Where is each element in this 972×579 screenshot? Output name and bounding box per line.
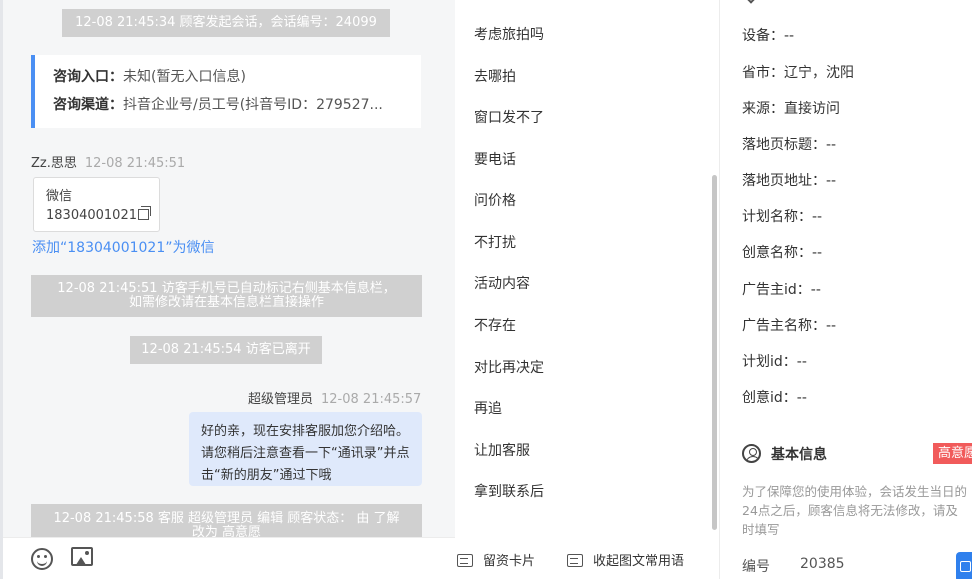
phrase-item[interactable]: 让加客服	[474, 440, 530, 460]
consult-entry-value: 未知(暂无入口信息)	[123, 69, 246, 85]
emoji-icon[interactable]	[31, 548, 53, 570]
phrase-item[interactable]: 拿到联系后	[474, 481, 544, 501]
collapse-phrases-icon	[567, 554, 583, 567]
info-row-creative-id: 创意id：--	[742, 387, 807, 407]
serial-value: 20385	[800, 556, 845, 572]
phrase-scrollbar[interactable]	[712, 175, 717, 530]
phrase-item[interactable]: 去哪拍	[474, 66, 516, 86]
consult-channel-row: 咨询渠道：抖音企业号/员工号(抖音号ID：279527...	[53, 96, 413, 124]
user-icon	[742, 444, 761, 463]
chat-panel: 12-08 21:45:34 顾客发起会话，会话编号：24099 咨询入口：未知…	[0, 0, 455, 579]
intent-status-dropdown[interactable]: 高意愿	[933, 443, 972, 464]
consult-entry-row: 咨询入口：未知(暂无入口信息)	[53, 68, 413, 96]
info-row-plan-id: 计划id：--	[742, 351, 807, 371]
visitor-name: Zz.思思	[31, 156, 77, 171]
info-value: --	[826, 173, 837, 189]
phrase-item[interactable]: 问价格	[474, 190, 516, 210]
info-label: 落地页地址：	[742, 173, 826, 189]
info-label: 来源：	[742, 101, 784, 117]
collapse-phrases-label: 收起图文常用语	[593, 554, 685, 569]
info-row-creative-name: 创意名称：--	[742, 242, 822, 262]
info-value: --	[826, 318, 837, 334]
info-row-advertiser-id: 广告主id：--	[742, 279, 821, 299]
wechat-card-title: 微信	[46, 189, 73, 204]
info-row-landing-title: 落地页标题：--	[742, 134, 836, 154]
phrase-item[interactable]: 考虑旅拍吗	[474, 24, 544, 44]
visitor-message-meta: Zz.思思 12-08 21:45:51	[31, 152, 185, 171]
system-message-session-start: 12-08 21:45:34 顾客发起会话，会话编号：24099	[62, 9, 390, 37]
phrase-item[interactable]: 要电话	[474, 149, 516, 169]
info-row-device: 设备：--	[742, 25, 794, 45]
info-row-advertiser-name: 广告主名称：--	[742, 315, 836, 335]
edit-icon	[960, 561, 971, 572]
phrase-footer: 留资卡片 收起图文常用语	[455, 537, 719, 579]
copy-icon[interactable]	[137, 206, 151, 220]
info-row-source: 来源：直接访问	[742, 98, 840, 118]
lead-card-button[interactable]: 留资卡片	[457, 550, 535, 569]
visitor-info-panel: 设备：-- 省市：辽宁，沈阳 来源：直接访问 落地页标题：-- 落地页地址：--…	[720, 0, 972, 579]
phrase-item[interactable]: 不存在	[474, 315, 516, 335]
info-row-landing-url: 落地页地址：--	[742, 170, 836, 190]
consult-entry-label: 咨询入口：	[53, 69, 123, 85]
intent-status-label: 高意愿	[938, 446, 972, 461]
wechat-contact-card[interactable]: 微信 18304001021	[33, 177, 160, 232]
info-value: --	[796, 354, 807, 370]
agent-name: 超级管理员	[248, 392, 314, 407]
info-label: 计划名称：	[742, 209, 812, 225]
info-label: 省市：	[742, 65, 784, 81]
consult-info-card: 咨询入口：未知(暂无入口信息) 咨询渠道：抖音企业号/员工号(抖音号ID：279…	[31, 55, 421, 128]
lead-card-label: 留资卡片	[483, 554, 536, 569]
system-message-visitor-left: 12-08 21:45:54 访客已离开	[130, 336, 322, 364]
info-value: --	[812, 209, 823, 225]
info-label: 落地页标题：	[742, 137, 826, 153]
basic-info-header: 基本信息 高意愿	[742, 443, 972, 465]
system-message-auto-mark: 12-08 21:45:51 访客手机号已自动标记右侧基本信息栏， 如需修改请在…	[31, 275, 422, 317]
common-phrases-panel: 考虑旅拍吗 去哪拍 窗口发不了 要电话 问价格 不打扰 活动内容 不存在 对比再…	[455, 0, 720, 579]
image-icon[interactable]	[71, 547, 93, 566]
info-value: --	[810, 282, 821, 298]
lead-card-icon	[457, 554, 473, 567]
info-label: 广告主名称：	[742, 318, 826, 334]
phrase-item[interactable]: 不打扰	[474, 232, 516, 252]
info-label: 设备：	[742, 28, 784, 44]
floating-edit-button[interactable]	[956, 552, 972, 579]
collapse-phrases-button[interactable]: 收起图文常用语	[567, 550, 684, 569]
info-value: --	[796, 390, 807, 406]
wechat-number: 18304001021	[46, 208, 137, 223]
chat-input-toolbar	[3, 537, 455, 579]
add-wechat-link[interactable]: 添加“18304001021”为微信	[32, 237, 215, 257]
serial-label: 编号	[742, 559, 770, 575]
consult-channel-value: 抖音企业号/员工号(抖音号ID：279527...	[123, 97, 383, 113]
info-label: 创意名称：	[742, 245, 812, 261]
visitor-message-time: 12-08 21:45:51	[84, 156, 186, 171]
agent-message-meta: 超级管理员 12-08 21:45:57	[248, 388, 421, 407]
wechat-number-row: 18304001021	[46, 206, 159, 225]
info-value: 辽宁，沈阳	[784, 65, 854, 81]
info-row-region: 省市：辽宁，沈阳	[742, 62, 854, 82]
agent-message-time: 12-08 21:45:57	[321, 392, 422, 407]
info-value: --	[812, 245, 823, 261]
consult-channel-label: 咨询渠道：	[53, 97, 123, 113]
info-label: 广告主id：	[742, 282, 811, 298]
info-label: 计划id：	[742, 354, 797, 370]
info-value: 直接访问	[784, 101, 840, 117]
edit-deadline-notice: 为了保障您的使用体验，会话发生当日的24点之后，顾客信息将无法修改，请及时填写	[742, 484, 968, 537]
phrase-item[interactable]: 窗口发不了	[474, 107, 544, 127]
info-value: --	[826, 137, 837, 153]
info-value: --	[784, 28, 795, 44]
phrase-item[interactable]: 再追	[474, 398, 502, 418]
agent-message-bubble: 好的亲，现在安排客服加您介绍哈。请您稍后注意查看一下“通讯录”并点击“新的朋友”…	[189, 412, 422, 486]
phrase-item[interactable]: 活动内容	[474, 273, 530, 293]
chevron-down-icon[interactable]	[745, 0, 757, 4]
basic-info-title: 基本信息	[771, 447, 827, 463]
info-row-plan-name: 计划名称：--	[742, 206, 822, 226]
phrase-item[interactable]: 对比再决定	[474, 357, 544, 377]
info-label: 创意id：	[742, 390, 797, 406]
